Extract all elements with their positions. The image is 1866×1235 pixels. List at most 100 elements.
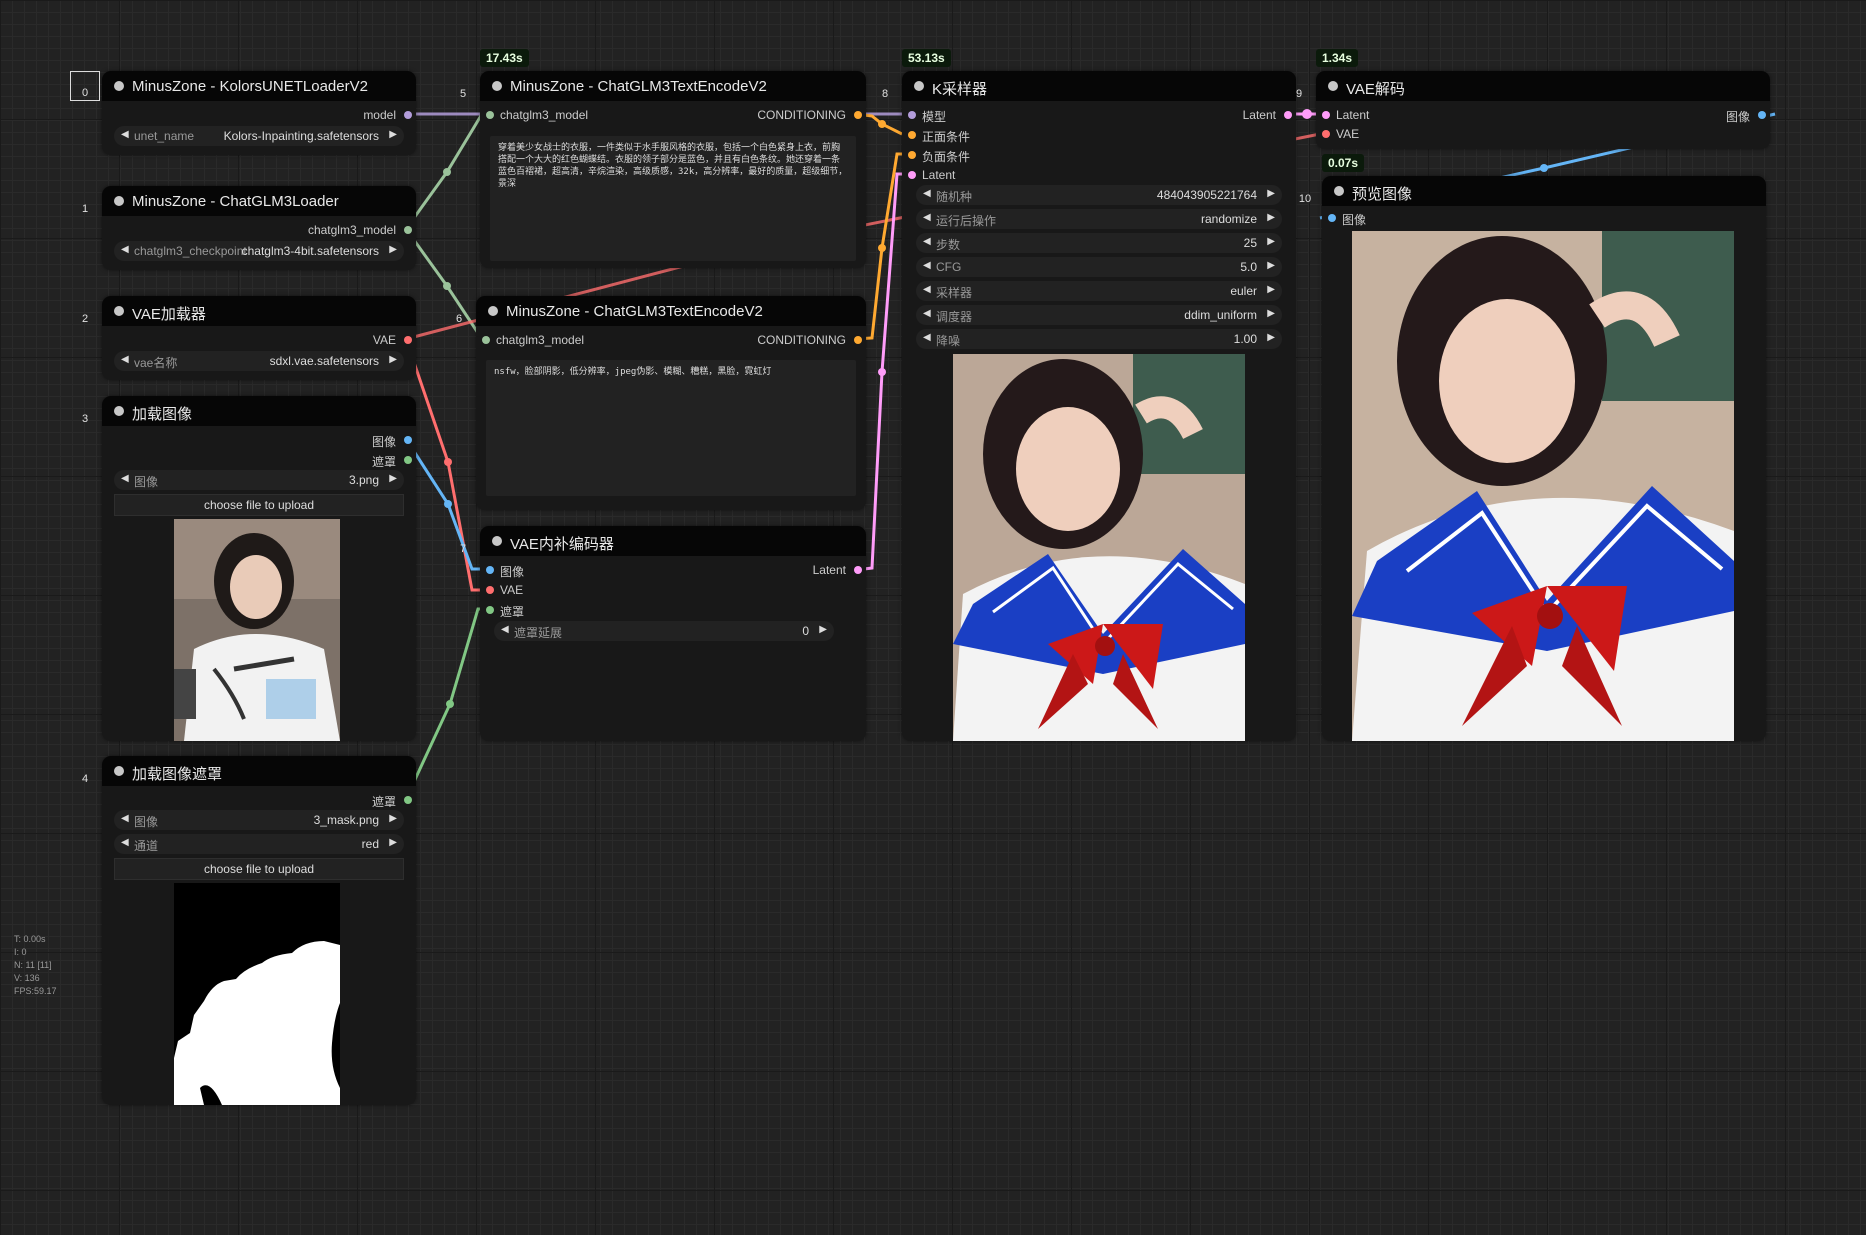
- input-slot-chatglm3-model[interactable]: [486, 111, 494, 119]
- node-text-encode-positive[interactable]: 17.43s 5 MinusZone - ChatGLM3TextEncodeV…: [460, 49, 866, 268]
- combo-image[interactable]: ◀ 图像 3.png ▶: [114, 470, 404, 490]
- arrow-right-icon[interactable]: ▶: [389, 837, 397, 848]
- arrow-right-icon[interactable]: ▶: [389, 354, 397, 365]
- arrow-right-icon[interactable]: ▶: [1267, 260, 1275, 271]
- arrow-left-icon[interactable]: ◀: [923, 236, 931, 247]
- node-preview-image[interactable]: 0.07s 10 预览图像 图像: [1299, 154, 1766, 741]
- combo-chatglm3-checkpoint[interactable]: ◀ chatglm3_checkpoint chatglm3-4bit.safe…: [114, 241, 404, 261]
- combo-image[interactable]: ◀ 图像 3_mask.png ▶: [114, 810, 404, 830]
- arrow-right-icon[interactable]: ▶: [389, 244, 397, 255]
- arrow-left-icon[interactable]: ◀: [923, 212, 931, 223]
- input-slot-vae[interactable]: [1322, 130, 1330, 138]
- combo-channel[interactable]: ◀ 通道 red ▶: [114, 834, 404, 854]
- node-header[interactable]: 9 VAE解码: [1296, 71, 1770, 101]
- node-text-encode-negative[interactable]: 6 MinusZone - ChatGLM3TextEncodeV2 chatg…: [456, 296, 866, 510]
- input-slot-positive[interactable]: [908, 131, 916, 139]
- combo-scheduler[interactable]: ◀ 调度器 ddim_uniform ▶: [916, 305, 1282, 325]
- output-slot-conditioning[interactable]: [854, 111, 862, 119]
- arrow-right-icon[interactable]: ▶: [389, 129, 397, 140]
- collapse-dot-icon[interactable]: [492, 536, 502, 546]
- node-chatglm3-loader[interactable]: 1 MinusZone - ChatGLM3Loader chatglm3_mo…: [82, 186, 416, 270]
- output-slot-latent[interactable]: [1284, 111, 1292, 119]
- output-slot-mask[interactable]: [404, 796, 412, 804]
- collapse-dot-icon[interactable]: [114, 81, 124, 91]
- number-cfg[interactable]: ◀ CFG 5.0 ▶: [916, 257, 1282, 277]
- node-header[interactable]: 0 MinusZone - KolorsUNETLoaderV2: [70, 71, 416, 101]
- number-denoise[interactable]: ◀ 降噪 1.00 ▶: [916, 329, 1282, 349]
- combo-unet-name[interactable]: ◀ unet_name Kolors-Inpainting.safetensor…: [114, 126, 404, 146]
- combo-control-after-generate[interactable]: ◀ 运行后操作 randomize ▶: [916, 209, 1282, 229]
- arrow-right-icon[interactable]: ▶: [1267, 188, 1275, 199]
- arrow-left-icon[interactable]: ◀: [923, 188, 931, 199]
- output-slot-model[interactable]: [404, 111, 412, 119]
- input-slot-negative[interactable]: [908, 151, 916, 159]
- output-slot-image[interactable]: [404, 436, 412, 444]
- node-vae-encode-inpaint[interactable]: 7 VAE内补编码器 图像 VAE 遮罩 Latent ◀ 遮罩延展 0 ▶: [460, 526, 866, 741]
- output-slot-vae[interactable]: [404, 336, 412, 344]
- arrow-left-icon[interactable]: ◀: [121, 473, 129, 484]
- arrow-left-icon[interactable]: ◀: [121, 354, 129, 365]
- upload-button[interactable]: choose file to upload: [114, 858, 404, 880]
- input-slot-mask[interactable]: [486, 606, 494, 614]
- collapse-dot-icon[interactable]: [114, 766, 124, 776]
- arrow-right-icon[interactable]: ▶: [1267, 332, 1275, 343]
- arrow-right-icon[interactable]: ▶: [389, 473, 397, 484]
- arrow-left-icon[interactable]: ◀: [121, 129, 129, 140]
- output-preview-image[interactable]: [1352, 231, 1734, 741]
- node-header[interactable]: 10 预览图像: [1299, 176, 1766, 206]
- number-grow-mask[interactable]: ◀ 遮罩延展 0 ▶: [494, 621, 834, 641]
- input-slot-image[interactable]: [1328, 214, 1336, 222]
- arrow-left-icon[interactable]: ◀: [923, 260, 931, 271]
- number-steps[interactable]: ◀ 步数 25 ▶: [916, 233, 1282, 253]
- prompt-textarea[interactable]: nsfw，脸部阴影，低分辨率，jpeg伪影、模糊、糟糕，黑脸，霓虹灯: [486, 360, 856, 496]
- input-slot-model[interactable]: [908, 111, 916, 119]
- arrow-left-icon[interactable]: ◀: [923, 308, 931, 319]
- arrow-left-icon[interactable]: ◀: [121, 813, 129, 824]
- prompt-textarea[interactable]: 穿着美少女战士的衣服，一件类似于水手服风格的衣服，包括一个白色紧身上衣，前胸搭配…: [490, 136, 856, 261]
- output-slot-chatglm3-model[interactable]: [404, 226, 412, 234]
- upload-button[interactable]: choose file to upload: [114, 494, 404, 516]
- arrow-left-icon[interactable]: ◀: [121, 244, 129, 255]
- node-header[interactable]: 4 加载图像遮罩: [82, 756, 416, 786]
- collapse-dot-icon[interactable]: [492, 81, 502, 91]
- output-slot-image[interactable]: [1758, 111, 1766, 119]
- collapse-dot-icon[interactable]: [1328, 81, 1338, 91]
- node-header[interactable]: 3 加载图像: [82, 396, 416, 426]
- combo-vae-name[interactable]: ◀ vae名称 sdxl.vae.safetensors ▶: [114, 351, 404, 371]
- node-load-image-mask[interactable]: 4 加载图像遮罩 遮罩 ◀ 图像 3_mask.png ▶ ◀ 通道 red ▶…: [82, 756, 416, 1105]
- output-slot-conditioning[interactable]: [854, 336, 862, 344]
- output-slot-mask[interactable]: [404, 456, 412, 464]
- collapse-dot-icon[interactable]: [914, 81, 924, 91]
- number-seed[interactable]: ◀ 随机种 484043905221764 ▶: [916, 185, 1282, 205]
- collapse-dot-icon[interactable]: [1334, 186, 1344, 196]
- collapse-dot-icon[interactable]: [114, 406, 124, 416]
- node-ksampler[interactable]: 53.13s 8 K采样器 模型 正面条件 负面条件 Latent Latent…: [882, 49, 1296, 741]
- combo-sampler[interactable]: ◀ 采样器 euler ▶: [916, 281, 1282, 301]
- collapse-dot-icon[interactable]: [114, 306, 124, 316]
- node-load-image[interactable]: 3 加载图像 图像 遮罩 ◀ 图像 3.png ▶ choose file to…: [82, 396, 416, 741]
- arrow-right-icon[interactable]: ▶: [389, 813, 397, 824]
- input-slot-vae[interactable]: [486, 586, 494, 594]
- node-header[interactable]: 8 K采样器: [882, 71, 1296, 101]
- node-header[interactable]: 7 VAE内补编码器: [460, 526, 866, 556]
- node-header[interactable]: 5 MinusZone - ChatGLM3TextEncodeV2: [460, 71, 866, 101]
- arrow-right-icon[interactable]: ▶: [1267, 308, 1275, 319]
- arrow-left-icon[interactable]: ◀: [501, 624, 509, 635]
- node-vae-loader[interactable]: 2 VAE加载器 VAE ◀ vae名称 sdxl.vae.safetensor…: [82, 296, 416, 380]
- collapse-dot-icon[interactable]: [114, 196, 124, 206]
- node-header[interactable]: 1 MinusZone - ChatGLM3Loader: [82, 186, 416, 216]
- arrow-left-icon[interactable]: ◀: [923, 332, 931, 343]
- node-header[interactable]: 6 MinusZone - ChatGLM3TextEncodeV2: [456, 296, 866, 326]
- arrow-right-icon[interactable]: ▶: [1267, 284, 1275, 295]
- arrow-right-icon[interactable]: ▶: [819, 624, 827, 635]
- arrow-left-icon[interactable]: ◀: [121, 837, 129, 848]
- node-vae-decode[interactable]: 1.34s 9 VAE解码 Latent VAE 图像: [1296, 49, 1770, 149]
- node-unet-loader[interactable]: 0 MinusZone - KolorsUNETLoaderV2 model ◀…: [70, 71, 416, 155]
- input-slot-latent[interactable]: [908, 171, 916, 179]
- arrow-left-icon[interactable]: ◀: [923, 284, 931, 295]
- arrow-right-icon[interactable]: ▶: [1267, 212, 1275, 223]
- collapse-dot-icon[interactable]: [488, 306, 498, 316]
- node-header[interactable]: 2 VAE加载器: [82, 296, 416, 326]
- arrow-right-icon[interactable]: ▶: [1267, 236, 1275, 247]
- input-slot-latent[interactable]: [1322, 111, 1330, 119]
